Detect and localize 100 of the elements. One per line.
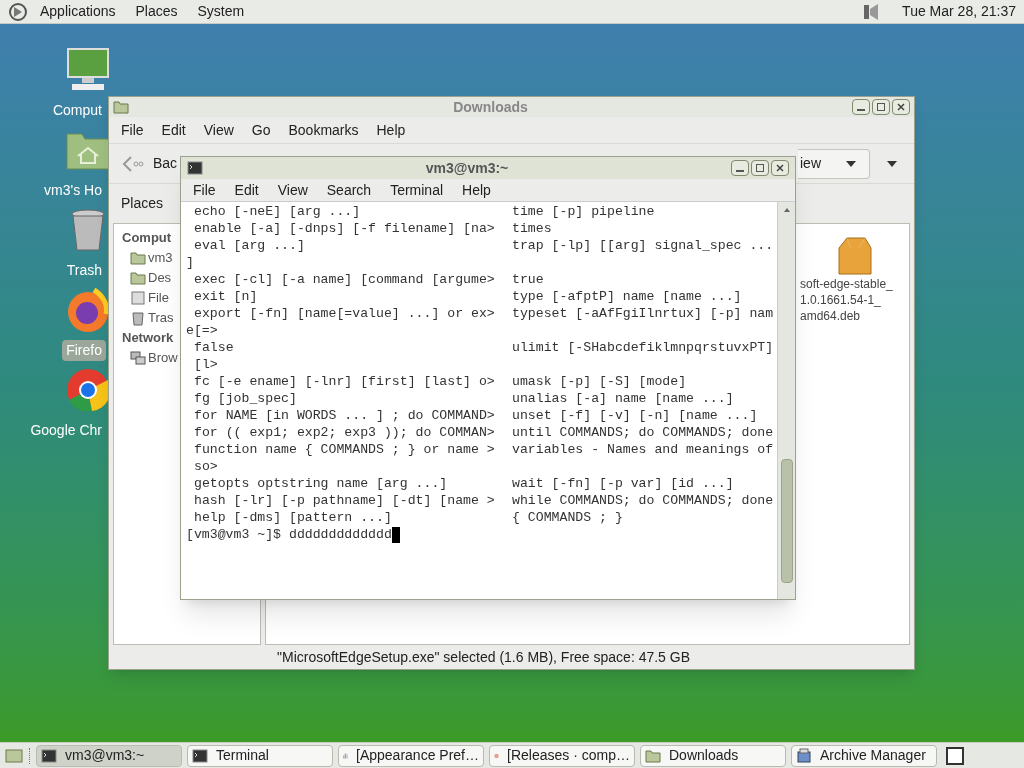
menu-item[interactable]: Bookmarks <box>288 119 359 141</box>
terminal-line: ] <box>186 254 194 271</box>
terminal-line: getopts optstring name [arg ...] <box>193 475 449 492</box>
terminal-line: [l> <box>193 356 218 373</box>
sidebar-item[interactable]: vm3 <box>148 248 173 268</box>
menu-item[interactable]: Help <box>376 119 406 141</box>
terminal-line: fc [-e ename] [-lnr] [first] [last] o> <box>193 373 496 390</box>
places-label[interactable]: Places <box>121 193 164 214</box>
terminal-line: e[=> <box>186 322 218 339</box>
terminal-line: typeset [-aAfFgiIlnrtux] [-p] nam <box>512 305 774 322</box>
menu-item[interactable]: View <box>203 119 234 141</box>
close-button[interactable] <box>771 160 789 176</box>
terminal-line: fg [job_spec] <box>193 390 298 407</box>
home-folder-icon <box>130 250 146 266</box>
maximize-button[interactable] <box>751 160 769 176</box>
terminal-line: wait [-fn] [-p var] [id ...] <box>512 475 734 492</box>
terminal-line: eval [arg ...] <box>193 237 306 254</box>
window-title: vm3@vm3:~ <box>424 158 510 178</box>
drive-icon <box>130 290 146 306</box>
terminal-line: while COMMANDS; do COMMANDS; done <box>512 492 774 509</box>
logo-icon[interactable] <box>8 1 28 22</box>
minimize-button[interactable] <box>852 99 870 115</box>
terminal-line: export [-fn] [name[=value] ...] or ex> <box>193 305 496 322</box>
terminal-line: umask [-p] [-S] [mode] <box>512 373 687 390</box>
back-arrow-icon <box>121 153 145 174</box>
sidebar-item[interactable]: Des <box>148 268 172 288</box>
menu-item[interactable]: File <box>193 179 216 201</box>
menu-item[interactable]: Help <box>462 179 491 201</box>
terminal-line: unset [-f] [-v] [-n] [name ...] <box>512 407 758 424</box>
close-icon <box>897 103 905 111</box>
terminal-line: time [-p] pipeline <box>512 203 655 220</box>
icon-label[interactable]: Trash <box>62 260 106 281</box>
folder-icon <box>113 99 129 115</box>
menu-item[interactable]: Search <box>326 179 372 201</box>
clock[interactable]: Tue Mar 28, 21:37 <box>902 1 1016 22</box>
icon-label[interactable]: Google Chr <box>26 420 106 441</box>
menu-item[interactable]: Edit <box>161 119 186 141</box>
sidebar-header: Comput <box>122 229 172 247</box>
status-text: "MicrosoftEdgeSetup.exe" selected (1.6 MB), Free space: 47.5 GB <box>277 647 691 667</box>
scrollbar-thumb[interactable] <box>780 459 793 583</box>
terminal-line: false <box>193 339 235 356</box>
panel-menu[interactable]: Applications <box>40 1 116 22</box>
terminal-icon <box>192 747 208 764</box>
sidebar-header: Network <box>122 329 174 347</box>
terminal-line: until COMMANDS; do COMMANDS; done <box>512 424 774 441</box>
terminal-line: times <box>512 220 552 237</box>
scroll-up-icon[interactable] <box>782 206 791 214</box>
menu-item[interactable]: Terminal <box>390 179 444 201</box>
text-cursor <box>391 526 400 543</box>
icon-label[interactable]: vm3's Ho <box>40 180 106 201</box>
terminal-line: ulimit [-SHabcdefiklmnpqrstuvxPT] <box>512 339 774 356</box>
archive-icon <box>796 747 812 764</box>
network-icon <box>130 350 146 366</box>
minimize-button[interactable] <box>731 160 749 176</box>
maximize-button[interactable] <box>872 99 890 115</box>
command-input[interactable]: ddddddddddddd <box>288 526 392 543</box>
terminal-line: { COMMANDS ; } <box>512 509 623 526</box>
taskbar-button[interactable]: [Releases · comp… <box>489 744 635 767</box>
folder-icon <box>130 270 146 286</box>
menu-item[interactable]: Edit <box>234 179 259 201</box>
menu-item[interactable]: Go <box>251 119 271 141</box>
terminal-line: hash [-lr] [-p pathname] [-dt] [name > <box>193 492 496 509</box>
view-dropdown[interactable]: iew <box>798 148 870 179</box>
taskbar-button[interactable]: Downloads <box>640 744 786 767</box>
workspace-switcher[interactable] <box>946 746 964 765</box>
terminal-line: for NAME [in WORDS ... ] ; do COMMAND> <box>193 407 496 424</box>
panel-menu[interactable]: System <box>197 1 245 22</box>
package-icon <box>837 236 873 276</box>
close-icon <box>776 164 784 172</box>
terminal-line: so> <box>193 458 218 475</box>
close-button[interactable] <box>892 99 910 115</box>
caret-icon[interactable] <box>886 159 898 168</box>
terminal-line: unalias [-a] name [name ...] <box>512 390 734 407</box>
terminal-line: echo [-neE] [arg ...] <box>193 203 362 220</box>
caret-icon <box>845 159 857 168</box>
sidebar-item[interactable]: File <box>148 288 169 308</box>
back-button[interactable]: Bac <box>121 153 178 174</box>
taskbar-button[interactable]: Terminal <box>187 744 333 767</box>
terminal-line: type [-afptP] name [name ...] <box>512 288 742 305</box>
menu-item[interactable]: View <box>277 179 308 201</box>
prompt: [vm3@vm3 ~]$ <box>186 526 281 543</box>
scrollbar[interactable] <box>777 202 795 599</box>
terminal-line: function name { COMMANDS ; } or name > <box>193 441 496 458</box>
folder-icon <box>645 747 661 764</box>
terminal-icon <box>41 747 57 764</box>
icon-label[interactable]: Comput <box>48 100 106 121</box>
panel-menu[interactable]: Places <box>135 1 178 22</box>
terminal-line: help [-dms] [pattern ...] <box>193 509 393 526</box>
terminal-line: exec [-cl] [-a name] [command [argume> <box>193 271 496 288</box>
file-name[interactable]: soft-edge-stable_ 1.0.1661.54-1_ amd64.deb <box>800 276 893 324</box>
terminal-line: trap [-lp] [[arg] signal_spec ... <box>512 237 774 254</box>
taskbar-button[interactable]: [Appearance Pref… <box>338 744 484 767</box>
terminal-line: for (( exp1; exp2; exp3 )); do COMMAN> <box>193 424 496 441</box>
trash-icon <box>130 310 146 326</box>
sidebar-item[interactable]: Brow <box>148 348 178 368</box>
sidebar-item[interactable]: Tras <box>148 308 174 328</box>
terminal-line: enable [-a] [-dnps] [-f filename] [na> <box>193 220 496 237</box>
taskbar-button[interactable]: vm3@vm3:~ <box>36 744 182 767</box>
menu-item[interactable]: File <box>121 119 144 141</box>
taskbar-button[interactable]: Archive Manager <box>791 744 937 767</box>
